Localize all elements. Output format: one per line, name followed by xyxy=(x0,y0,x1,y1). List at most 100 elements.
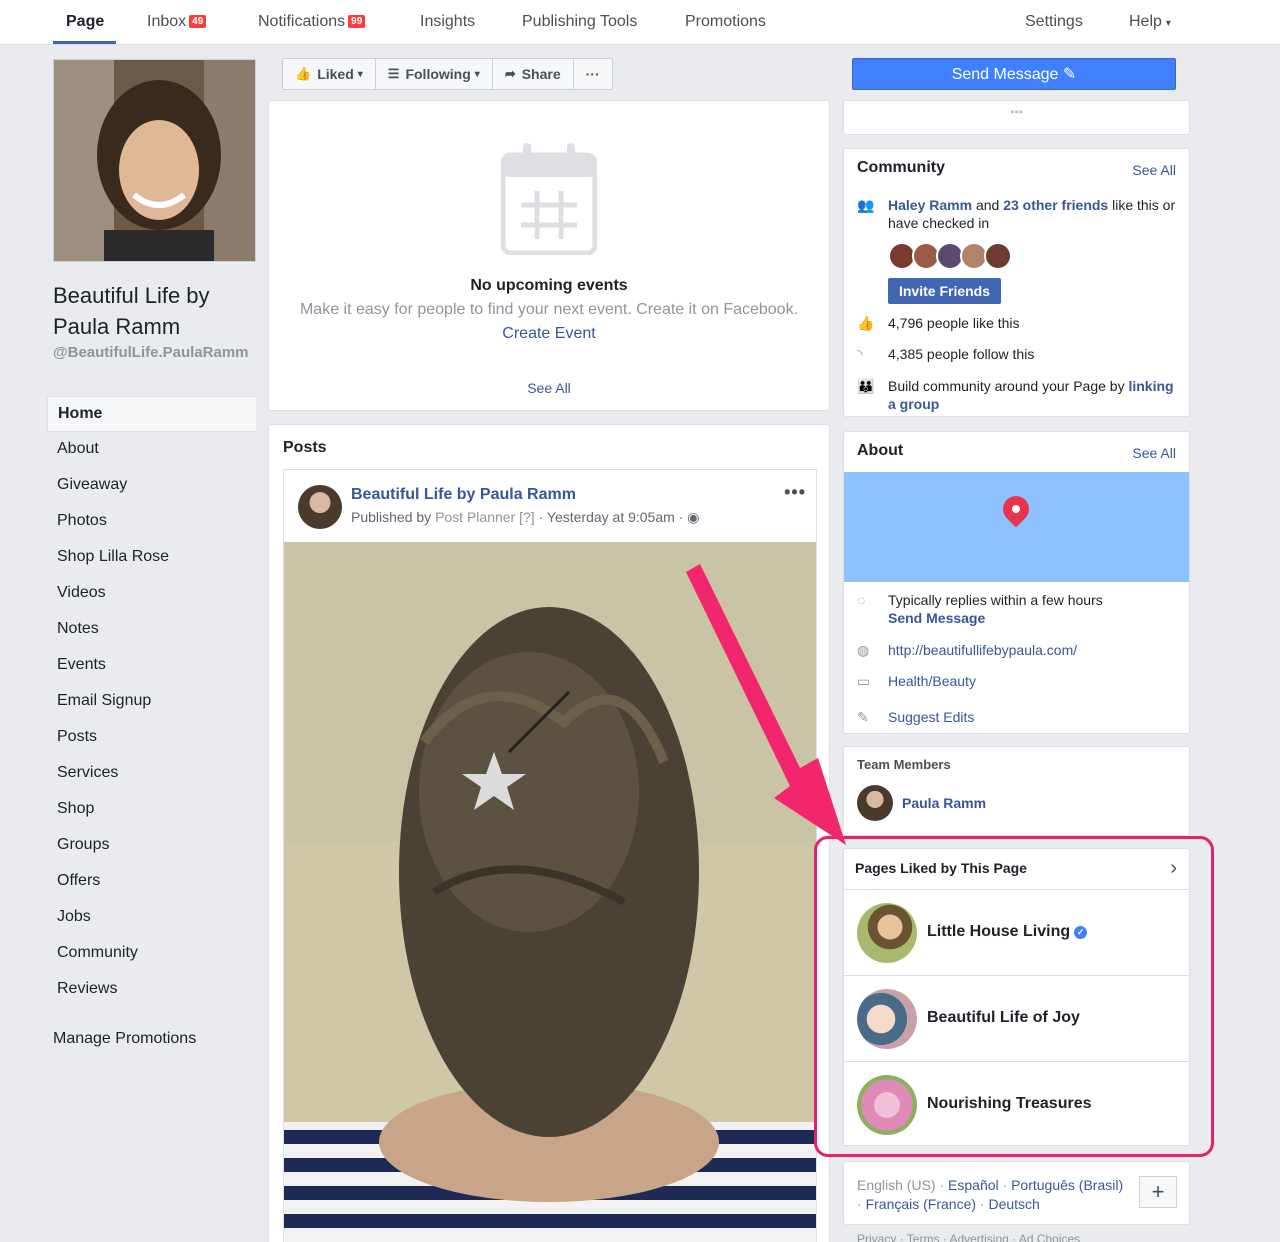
page-action-bar: 👍 Liked ▾ ☰ Following ▾ ➦ Share ··· xyxy=(282,58,613,90)
create-event-link[interactable]: Create Event xyxy=(269,325,829,343)
post-author-avatar[interactable] xyxy=(298,485,342,529)
post-planner-link[interactable]: Post Planner xyxy=(435,509,515,525)
active-tab-indicator xyxy=(53,41,116,44)
tab-inbox-label: Inbox xyxy=(147,13,187,30)
calendar-icon xyxy=(501,143,597,255)
tab-promotions[interactable]: Promotions xyxy=(685,13,766,31)
tab-publishing-tools[interactable]: Publishing Tools xyxy=(522,13,637,31)
profile-photo xyxy=(54,60,255,261)
tab-inbox[interactable]: Inbox 49 xyxy=(147,13,207,31)
caret-down-icon: ▾ xyxy=(1165,18,1171,29)
community-title: Community xyxy=(857,159,945,176)
community-see-all-link[interactable]: See All xyxy=(1132,162,1176,178)
nav-item-videos[interactable]: Videos xyxy=(47,576,256,612)
about-see-all-link[interactable]: See All xyxy=(1132,445,1176,461)
send-message-button[interactable]: Send Message ✎ xyxy=(852,58,1176,90)
manage-promotions-link[interactable]: Manage Promotions xyxy=(53,1030,196,1048)
invite-friends-button[interactable]: Invite Friends xyxy=(888,278,1001,304)
share-arrow-icon: ➦ xyxy=(504,66,516,81)
nav-item-reviews[interactable]: Reviews xyxy=(47,972,256,1008)
events-card: No upcoming events Make it easy for peop… xyxy=(268,100,830,411)
add-language-button[interactable]: + xyxy=(1139,1176,1177,1208)
nav-item-notes[interactable]: Notes xyxy=(47,612,256,648)
help-label: Help xyxy=(1129,13,1162,30)
help-link[interactable]: [?] xyxy=(519,509,535,525)
nav-item-jobs[interactable]: Jobs xyxy=(47,900,256,936)
suggest-edits-link[interactable]: Suggest Edits xyxy=(888,708,1178,726)
other-friends-link[interactable]: 23 other friends xyxy=(1003,197,1108,213)
language-link[interactable]: Deutsch xyxy=(988,1196,1039,1212)
post-photo[interactable] xyxy=(284,542,816,1242)
loading-dots-icon: ••• xyxy=(1010,105,1023,119)
liked-button[interactable]: 👍 Liked ▾ xyxy=(283,59,376,89)
nav-item-email-signup[interactable]: Email Signup xyxy=(47,684,256,720)
map-pin-icon xyxy=(997,490,1035,528)
friend-avatars xyxy=(888,242,1012,270)
about-send-message-link[interactable]: Send Message xyxy=(888,610,985,626)
friend-link[interactable]: Haley Ramm xyxy=(888,197,972,213)
language-list: English (US) · Español · Português (Bras… xyxy=(857,1177,1124,1212)
location-map[interactable] xyxy=(844,472,1189,582)
category-link[interactable]: Health/Beauty xyxy=(888,672,1178,690)
nav-item-posts[interactable]: Posts xyxy=(47,720,256,756)
nav-item-services[interactable]: Services xyxy=(47,756,256,792)
follows-count: 4,385 people follow this xyxy=(888,346,1035,362)
events-see-all-link[interactable]: See All xyxy=(269,380,829,396)
post-author-name[interactable]: Beautiful Life by Paula Ramm xyxy=(351,486,576,504)
following-button[interactable]: ☰ Following ▾ xyxy=(376,59,493,89)
language-link[interactable]: Português (Brasil) xyxy=(1011,1177,1123,1193)
nav-item-shop[interactable]: Shop xyxy=(47,792,256,828)
help-menu[interactable]: Help ▾ xyxy=(1129,13,1171,31)
posts-heading: Posts xyxy=(283,439,327,456)
tab-insights[interactable]: Insights xyxy=(420,13,475,31)
messenger-icon: ◌ xyxy=(857,592,866,608)
pencil-icon: ✎ xyxy=(1062,66,1077,83)
profile-picture[interactable] xyxy=(53,59,256,262)
nav-item-groups[interactable]: Groups xyxy=(47,828,256,864)
share-label: Share xyxy=(521,66,561,82)
build-community-text: Build community around your Page by link… xyxy=(888,377,1178,413)
post-options-icon[interactable]: ••• xyxy=(784,482,806,503)
team-member-avatar[interactable] xyxy=(857,785,893,821)
posts-card: Posts Beautiful Life by Paula Ramm Publi… xyxy=(268,424,830,1242)
nav-item-shop-lilla-rose[interactable]: Shop Lilla Rose xyxy=(47,540,256,576)
tab-notifications[interactable]: Notifications 99 xyxy=(258,13,366,31)
post-item: Beautiful Life by Paula Ramm Published b… xyxy=(283,469,817,1242)
share-button[interactable]: ➦ Share xyxy=(493,59,574,89)
liked-label: Liked xyxy=(317,66,354,82)
current-language: English (US) xyxy=(857,1177,936,1193)
friends-like-text: Haley Ramm and 23 other friends like thi… xyxy=(888,196,1178,232)
caret-down-icon: ▾ xyxy=(357,68,363,80)
friend-avatar[interactable] xyxy=(984,242,1012,270)
nav-item-photos[interactable]: Photos xyxy=(47,504,256,540)
category-icon: ▭ xyxy=(857,673,871,689)
language-link[interactable]: Français (France) xyxy=(866,1196,976,1212)
nav-item-offers[interactable]: Offers xyxy=(47,864,256,900)
about-title: About xyxy=(857,442,904,459)
inbox-badge: 49 xyxy=(189,15,207,28)
website-link[interactable]: http://beautifullifebypaula.com/ xyxy=(888,641,1178,659)
no-events-subtitle: Make it easy for people to find your nex… xyxy=(299,301,799,318)
settings-link[interactable]: Settings xyxy=(1025,13,1083,31)
team-member-name[interactable]: Paula Ramm xyxy=(902,795,986,811)
replies-label: Typically replies within a few hours xyxy=(888,592,1103,608)
footer-links[interactable]: Privacy · Terms · Advertising · Ad Choic… xyxy=(857,1232,1157,1242)
tab-notifications-label: Notifications xyxy=(258,13,346,30)
post-timestamp[interactable]: · Yesterday at 9:05am · xyxy=(539,509,684,525)
nav-item-community[interactable]: Community xyxy=(47,936,256,972)
nav-item-home[interactable]: Home xyxy=(47,396,256,432)
team-members-title: Team Members xyxy=(857,757,951,772)
more-button[interactable]: ··· xyxy=(574,59,612,89)
language-link[interactable]: Español xyxy=(948,1177,999,1193)
thumbs-up-icon: 👍 xyxy=(295,66,312,81)
page-handle[interactable]: @BeautifulLife.PaulaRamm xyxy=(53,344,253,362)
community-card: Community See All 👥 Haley Ramm and 23 ot… xyxy=(843,148,1190,417)
nav-item-about[interactable]: About xyxy=(47,432,256,468)
nav-item-events[interactable]: Events xyxy=(47,648,256,684)
tab-page[interactable]: Page xyxy=(66,13,104,31)
globe-icon: ◍ xyxy=(857,642,870,658)
about-card: About See All ◌ Typically replies within… xyxy=(843,431,1190,734)
nav-item-giveaway[interactable]: Giveaway xyxy=(47,468,256,504)
language-card: English (US) · Español · Português (Bras… xyxy=(843,1161,1190,1225)
thumbs-up-icon: 👍 xyxy=(857,315,875,331)
